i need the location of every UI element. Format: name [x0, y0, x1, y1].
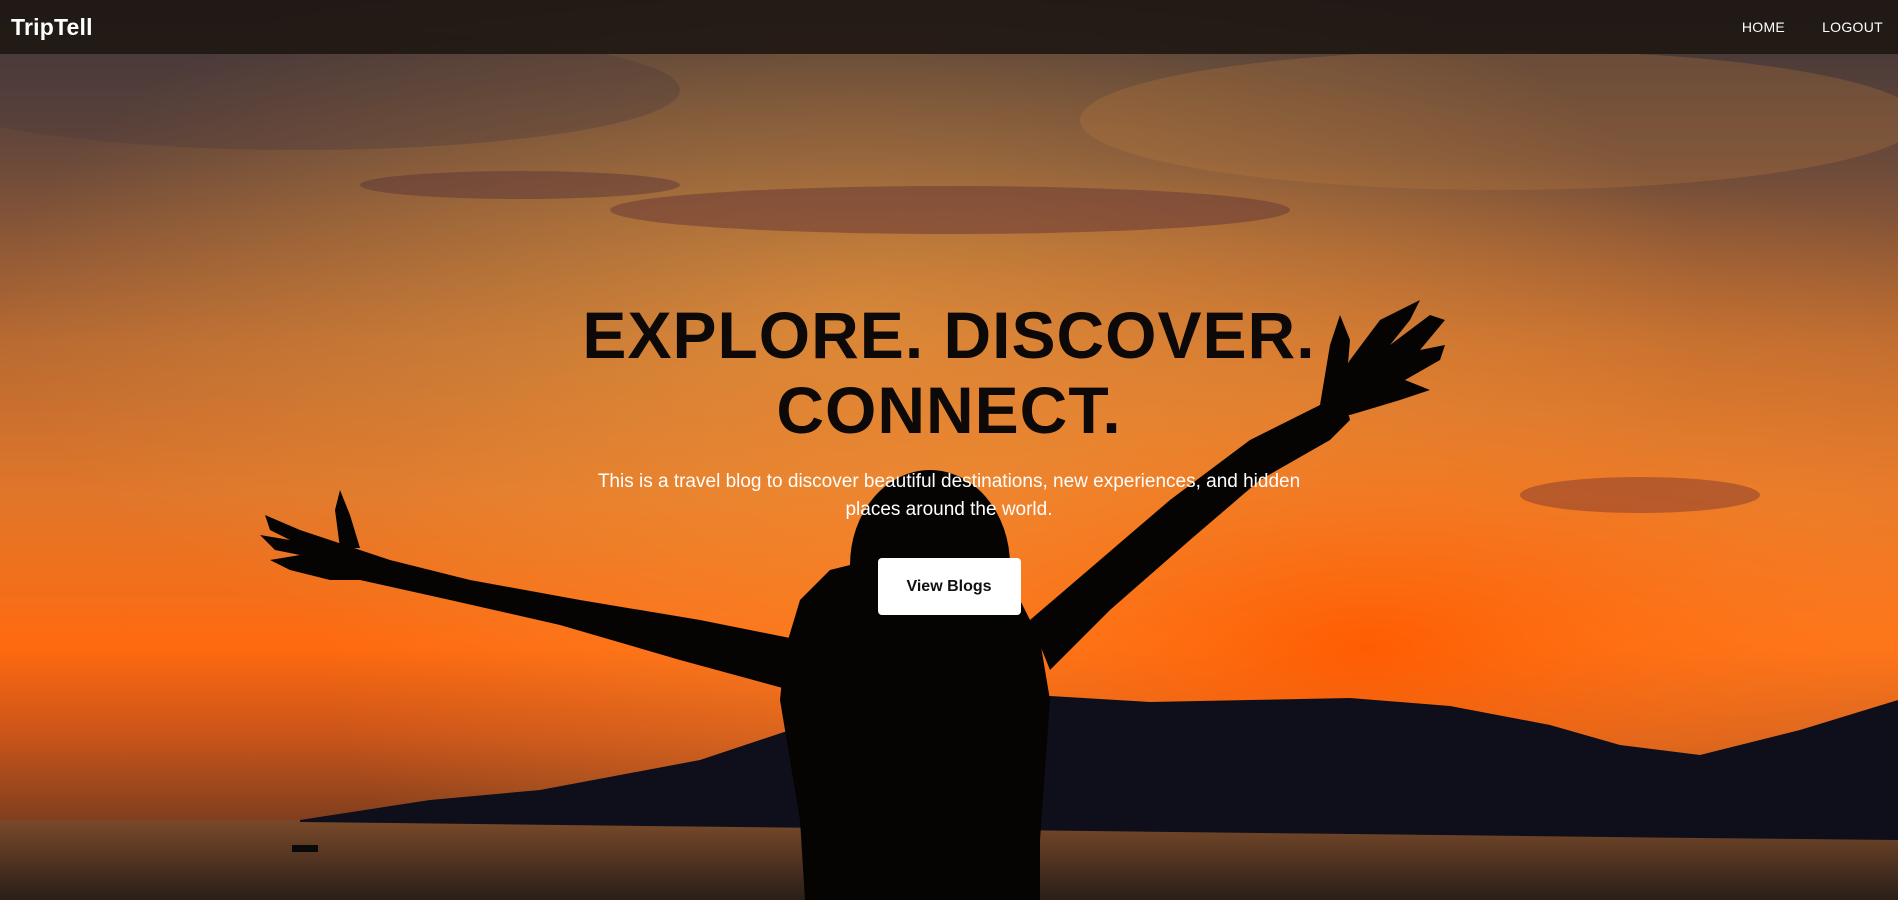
hero-content: EXPLORE. DISCOVER. CONNECT. This is a tr…: [0, 298, 1898, 615]
top-navbar: TripTell HOME LOGOUT: [0, 0, 1898, 54]
brand-logo[interactable]: TripTell: [11, 14, 93, 41]
hero-title-line-2: CONNECT.: [776, 373, 1122, 447]
hero-title: EXPLORE. DISCOVER. CONNECT.: [549, 298, 1349, 448]
nav-links: HOME LOGOUT: [1742, 19, 1883, 35]
nav-logout-link[interactable]: LOGOUT: [1822, 19, 1883, 35]
view-blogs-button[interactable]: View Blogs: [877, 558, 1021, 615]
nav-home-link[interactable]: HOME: [1742, 19, 1785, 35]
hero-description: This is a travel blog to discover beauti…: [597, 471, 1301, 520]
landing-page: TripTell HOME LOGOUT EXPLORE. DISCOVER. …: [0, 0, 1898, 900]
hero-title-line-1: EXPLORE. DISCOVER.: [582, 298, 1316, 372]
